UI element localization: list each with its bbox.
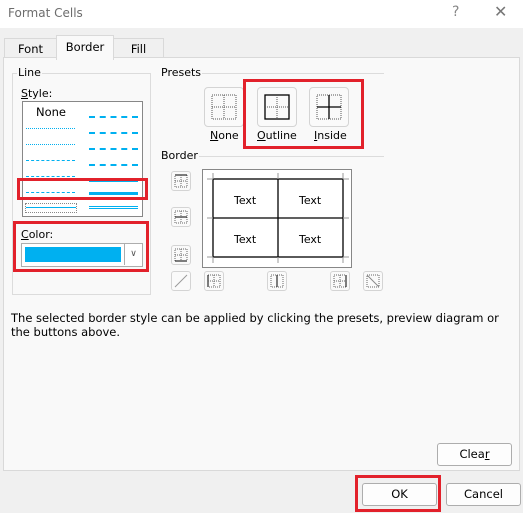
presets-divider [202,73,384,74]
style-medium-dashed[interactable] [89,164,138,166]
cancel-button[interactable]: Cancel [446,483,521,506]
style-double[interactable] [89,206,138,209]
line-group-label: Line [17,66,42,79]
tab-font[interactable]: Font [4,38,57,59]
border-left-button[interactable] [204,271,224,291]
highlight-presets [243,79,364,149]
clear-button[interactable]: Clear [437,443,512,466]
preview-cell-text: Text [234,194,257,207]
tab-border[interactable]: Border [56,35,114,60]
preview-cell-text: Text [234,233,257,246]
style-none[interactable]: None [36,105,66,119]
help-icon[interactable]: ? [452,4,459,20]
preview-cell-text: Text [299,194,322,207]
style-slant-dash-dot[interactable] [89,132,138,134]
highlight-selected-style [17,178,148,200]
presets-label: Presets [160,66,203,79]
border-divider [199,156,384,157]
border-preview[interactable]: Text Text Text Text [202,169,352,268]
tab-fill[interactable]: Fill [113,38,164,59]
style-medium-dash-dot[interactable] [89,148,138,150]
window-title: Format Cells [8,6,83,20]
style-thin[interactable] [25,203,77,213]
style-label: Style: [21,87,53,100]
border-inside-vertical-button[interactable] [267,271,287,291]
style-dash-dot-dot[interactable] [26,160,75,161]
preview-cell-text: Text [299,233,322,246]
border-inside-horizontal-button[interactable] [171,207,191,227]
style-dotted[interactable] [26,144,75,145]
description-text: The selected border style can be applied… [11,311,499,339]
border-top-button[interactable] [171,171,191,191]
border-bottom-button[interactable] [171,245,191,265]
border-label: Border [160,149,199,162]
highlight-color [13,221,149,272]
style-medium-dash-dot-dot[interactable] [89,116,138,118]
preset-none-button[interactable] [204,87,244,127]
style-dash-dot[interactable] [26,176,75,177]
border-diagonal-up-button[interactable] [171,271,191,291]
style-hair[interactable] [26,128,75,129]
border-right-button[interactable] [330,271,350,291]
highlight-ok [355,475,441,512]
close-icon[interactable]: ✕ [494,2,507,21]
preset-none-label[interactable]: None [210,129,239,142]
border-diagonal-down-button[interactable] [363,271,383,291]
